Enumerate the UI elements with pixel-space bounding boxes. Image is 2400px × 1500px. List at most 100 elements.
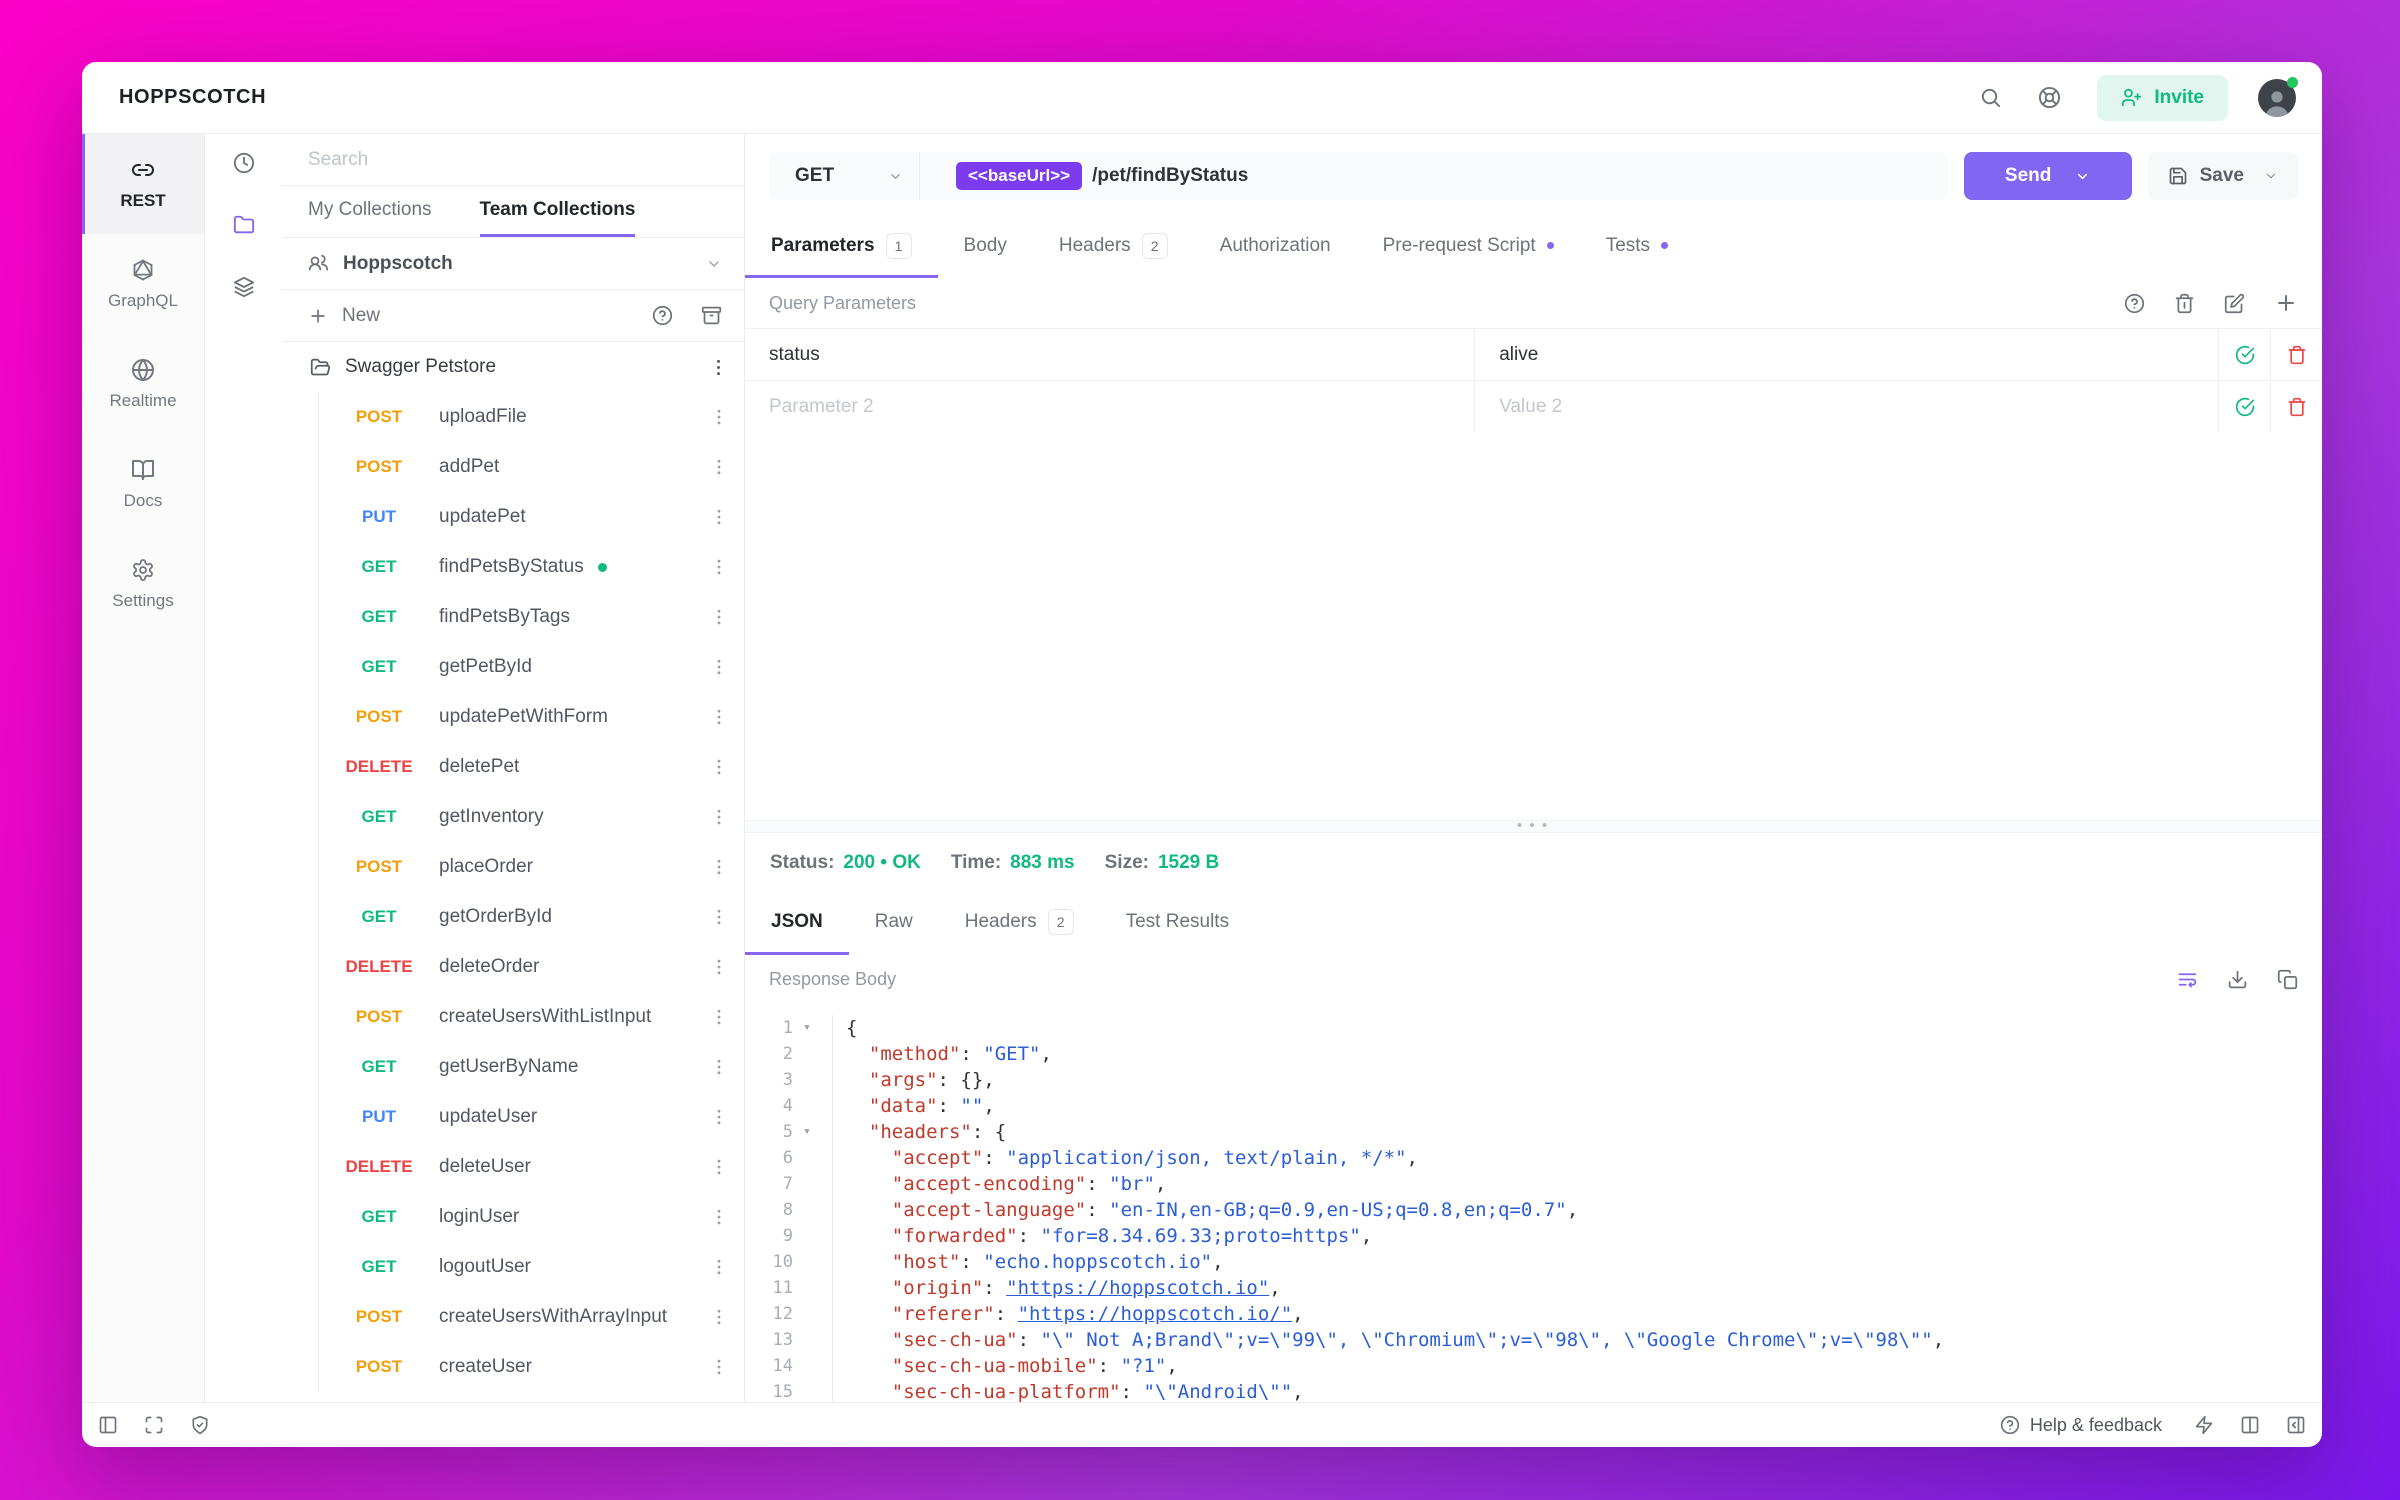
plus-icon[interactable] bbox=[308, 306, 328, 326]
tab-body[interactable]: Body bbox=[938, 216, 1033, 278]
request-item-updateuser[interactable]: PUT updateUser bbox=[319, 1092, 744, 1142]
more-options-icon[interactable] bbox=[709, 857, 729, 877]
archive-icon[interactable] bbox=[701, 305, 722, 326]
history-icon[interactable] bbox=[233, 152, 255, 174]
collection-folder[interactable]: Swagger Petstore bbox=[282, 342, 744, 392]
param-key-input[interactable]: Parameter 2 bbox=[745, 381, 1474, 432]
fold-caret-icon[interactable]: ▾ bbox=[793, 1119, 821, 1145]
toggle-sidebar-icon[interactable] bbox=[98, 1415, 118, 1435]
edit-icon[interactable] bbox=[2224, 293, 2245, 314]
request-item-findpetsbystatus[interactable]: GET findPetsByStatus bbox=[319, 542, 744, 592]
param-value-input[interactable]: alive bbox=[1474, 329, 2218, 380]
sidebar-item-settings[interactable]: Settings bbox=[82, 534, 204, 634]
user-avatar[interactable] bbox=[2258, 76, 2298, 117]
request-item-updatepetwithform[interactable]: POST updatePetWithForm bbox=[319, 692, 744, 742]
new-collection-button[interactable]: New bbox=[342, 305, 380, 327]
environments-layers-icon[interactable] bbox=[233, 276, 255, 298]
param-active-toggle[interactable] bbox=[2218, 329, 2270, 380]
request-item-createuser[interactable]: POST createUser bbox=[319, 1342, 744, 1392]
more-options-icon[interactable] bbox=[709, 1257, 729, 1277]
tab-headers[interactable]: Headers 2 bbox=[1033, 216, 1194, 278]
tab-headers[interactable]: Headers 2 bbox=[939, 893, 1100, 955]
request-item-getpetbyid[interactable]: GET getPetById bbox=[319, 642, 744, 692]
param-value-input[interactable]: Value 2 bbox=[1474, 381, 2218, 432]
tab-my-collections[interactable]: My Collections bbox=[308, 186, 432, 237]
url-input[interactable]: <<baseUrl>> /pet/findByStatus bbox=[920, 162, 1948, 190]
pane-resize-handle[interactable]: • • • bbox=[745, 818, 2322, 833]
more-options-icon[interactable] bbox=[709, 957, 729, 977]
sidebar-item-realtime[interactable]: Realtime bbox=[82, 334, 204, 434]
copy-icon[interactable] bbox=[2277, 969, 2298, 990]
collapse-right-panel-icon[interactable] bbox=[2286, 1415, 2306, 1435]
tab-tests[interactable]: Tests bbox=[1580, 216, 1694, 278]
method-select[interactable]: GET bbox=[769, 165, 919, 187]
request-item-deleteorder[interactable]: DELETE deleteOrder bbox=[319, 942, 744, 992]
fold-caret-icon[interactable]: ▾ bbox=[793, 1015, 821, 1041]
search-icon[interactable] bbox=[1979, 86, 2002, 109]
help-circle-icon[interactable] bbox=[652, 305, 673, 326]
tab-raw[interactable]: Raw bbox=[849, 893, 939, 955]
invite-button[interactable]: Invite bbox=[2097, 74, 2228, 121]
more-options-icon[interactable] bbox=[709, 807, 729, 827]
more-options-icon[interactable] bbox=[709, 557, 729, 577]
tab-parameters[interactable]: Parameters 1 bbox=[745, 216, 938, 278]
support-icon[interactable] bbox=[2038, 86, 2061, 109]
more-options-icon[interactable] bbox=[709, 707, 729, 727]
request-item-loginuser[interactable]: GET loginUser bbox=[319, 1192, 744, 1242]
tab-authorization[interactable]: Authorization bbox=[1194, 216, 1357, 278]
send-button[interactable]: Send bbox=[1963, 152, 2132, 200]
more-options-icon[interactable] bbox=[709, 607, 729, 627]
request-item-createuserswithlistinput[interactable]: POST createUsersWithListInput bbox=[319, 992, 744, 1042]
more-options-icon[interactable] bbox=[709, 1007, 729, 1027]
download-icon[interactable] bbox=[2227, 969, 2248, 990]
param-delete-button[interactable] bbox=[2270, 381, 2322, 432]
wrap-lines-icon[interactable] bbox=[2177, 969, 2198, 990]
more-options-icon[interactable] bbox=[709, 1357, 729, 1377]
request-item-createuserswitharrayinput[interactable]: POST createUsersWithArrayInput bbox=[319, 1292, 744, 1342]
request-item-addpet[interactable]: POST addPet bbox=[319, 442, 744, 492]
help-circle-icon[interactable] bbox=[2124, 293, 2145, 314]
sidebar-item-graphql[interactable]: GraphQL bbox=[82, 234, 204, 334]
param-active-toggle[interactable] bbox=[2218, 381, 2270, 432]
more-options-icon[interactable] bbox=[709, 1207, 729, 1227]
save-button[interactable]: Save bbox=[2147, 152, 2298, 200]
request-item-getorderbyid[interactable]: GET getOrderById bbox=[319, 892, 744, 942]
clear-all-trash-icon[interactable] bbox=[2174, 293, 2195, 314]
split-columns-icon[interactable] bbox=[2240, 1415, 2260, 1435]
more-options-icon[interactable] bbox=[709, 1157, 729, 1177]
add-param-plus-icon[interactable] bbox=[2274, 291, 2298, 315]
more-options-icon[interactable] bbox=[709, 757, 729, 777]
more-options-icon[interactable] bbox=[708, 357, 729, 378]
sidebar-item-rest[interactable]: REST bbox=[82, 134, 204, 234]
request-item-logoutuser[interactable]: GET logoutUser bbox=[319, 1242, 744, 1292]
expand-icon[interactable] bbox=[144, 1415, 164, 1435]
tab-team-collections[interactable]: Team Collections bbox=[479, 186, 636, 237]
request-item-placeorder[interactable]: POST placeOrder bbox=[319, 842, 744, 892]
more-options-icon[interactable] bbox=[709, 1057, 729, 1077]
more-options-icon[interactable] bbox=[709, 407, 729, 427]
more-options-icon[interactable] bbox=[709, 657, 729, 677]
tab-test-results[interactable]: Test Results bbox=[1100, 893, 1255, 955]
more-options-icon[interactable] bbox=[709, 1107, 729, 1127]
more-options-icon[interactable] bbox=[709, 507, 729, 527]
help-feedback-button[interactable]: Help & feedback bbox=[2000, 1415, 2162, 1436]
sidebar-item-docs[interactable]: Docs bbox=[82, 434, 204, 534]
request-item-getuserbyname[interactable]: GET getUserByName bbox=[319, 1042, 744, 1092]
search-input[interactable] bbox=[308, 148, 718, 171]
shield-check-icon[interactable] bbox=[190, 1415, 210, 1435]
request-item-deletepet[interactable]: DELETE deletePet bbox=[319, 742, 744, 792]
tab-json[interactable]: JSON bbox=[745, 893, 849, 955]
request-item-uploadfile[interactable]: POST uploadFile bbox=[319, 392, 744, 442]
param-key-input[interactable]: status bbox=[745, 329, 1474, 380]
param-delete-button[interactable] bbox=[2270, 329, 2322, 380]
more-options-icon[interactable] bbox=[709, 457, 729, 477]
more-options-icon[interactable] bbox=[709, 1307, 729, 1327]
more-options-icon[interactable] bbox=[709, 907, 729, 927]
shortcuts-zap-icon[interactable] bbox=[2194, 1415, 2214, 1435]
team-selector[interactable]: Hoppscotch bbox=[282, 238, 744, 290]
request-item-findpetsbytags[interactable]: GET findPetsByTags bbox=[319, 592, 744, 642]
collection-folder-clipped[interactable] bbox=[282, 1392, 744, 1402]
collections-folder-icon[interactable] bbox=[233, 214, 255, 236]
request-item-deleteuser[interactable]: DELETE deleteUser bbox=[319, 1142, 744, 1192]
tab-pre-request-script[interactable]: Pre-request Script bbox=[1357, 216, 1580, 278]
